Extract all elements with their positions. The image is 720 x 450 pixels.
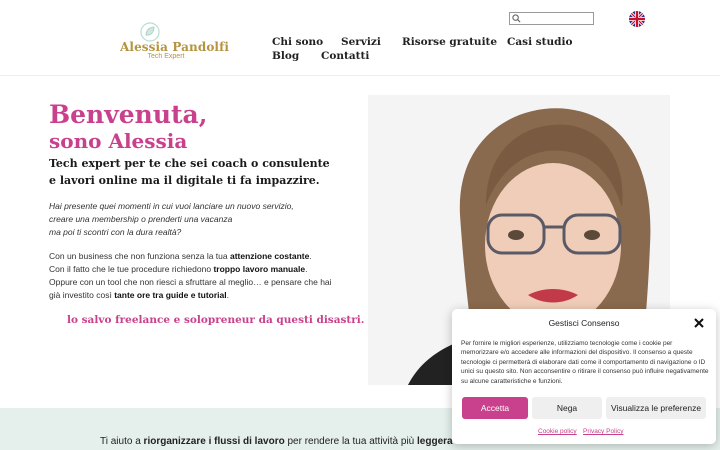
hero-tagline: lo salvo freelance e solopreneur da ques… bbox=[67, 314, 365, 326]
problem-line: Con il fatto che le tue procedure richie… bbox=[49, 264, 308, 274]
nav-servizi[interactable]: Servizi bbox=[341, 36, 381, 48]
accept-button[interactable]: Accetta bbox=[462, 397, 528, 419]
uk-flag-icon[interactable] bbox=[629, 11, 645, 27]
hero-subtitle-line1: Tech expert per te che sei coach o consu… bbox=[49, 157, 330, 170]
band-text: Ti aiuto a riorganizzare i flussi di lav… bbox=[100, 436, 453, 447]
deny-button[interactable]: Nega bbox=[532, 397, 602, 419]
intro-line: creare una membership o prenderti una va… bbox=[49, 214, 233, 224]
nav-contatti[interactable]: Contatti bbox=[321, 50, 369, 62]
problem-paragraph: Con un business che non funziona senza l… bbox=[49, 250, 349, 302]
logo-subtitle: Tech Expert bbox=[147, 53, 185, 60]
nav-casi-studio[interactable]: Casi studio bbox=[507, 36, 572, 48]
close-icon[interactable] bbox=[692, 316, 706, 330]
hero-title-line1: Benvenuta, bbox=[49, 100, 208, 129]
hero-subtitle: Tech expert per te che sei coach o consu… bbox=[49, 155, 339, 189]
cookie-text: Per fornire le migliori esperienze, util… bbox=[461, 340, 709, 385]
cookie-policy-link[interactable]: Cookie policy bbox=[538, 428, 577, 435]
hero-title-line2: sono Alessia bbox=[49, 129, 188, 153]
hero-subtitle-line2: e lavori online ma il digitale ti fa imp… bbox=[49, 174, 320, 187]
cookie-consent-dialog: Gestisci Consenso Per fornire le miglior… bbox=[452, 309, 716, 444]
nav-risorse-gratuite[interactable]: Risorse gratuite bbox=[402, 36, 497, 48]
logo-name: Alessia Pandolfi bbox=[120, 40, 230, 54]
site-logo[interactable]: Alessia Pandolfi Tech Expert bbox=[118, 20, 230, 64]
cookie-title: Gestisci Consenso bbox=[548, 318, 620, 328]
nav-chi-sono[interactable]: Chi sono bbox=[272, 36, 323, 48]
problem-line: Con un business che non funziona senza l… bbox=[49, 251, 312, 261]
intro-italic-paragraph: Hai presente quei momenti in cui vuoi la… bbox=[49, 200, 339, 239]
preferences-button[interactable]: Visualizza le preferenze bbox=[606, 397, 706, 419]
nav-blog[interactable]: Blog bbox=[272, 50, 299, 62]
logo-leaf-icon bbox=[140, 22, 160, 42]
problem-line: Oppure con un tool che non riesci a sfru… bbox=[49, 277, 332, 287]
privacy-policy-link[interactable]: Privacy Policy bbox=[583, 428, 623, 435]
problem-line: già investito così tante ore tra guide e… bbox=[49, 290, 229, 300]
intro-line: Hai presente quei momenti in cui vuoi la… bbox=[49, 201, 294, 211]
intro-line: ma poi ti scontri con la dura realtà? bbox=[49, 227, 182, 237]
search-input[interactable] bbox=[509, 12, 594, 25]
site-header: Alessia Pandolfi Tech Expert Chi sono Se… bbox=[0, 0, 720, 76]
search-icon bbox=[512, 14, 521, 23]
